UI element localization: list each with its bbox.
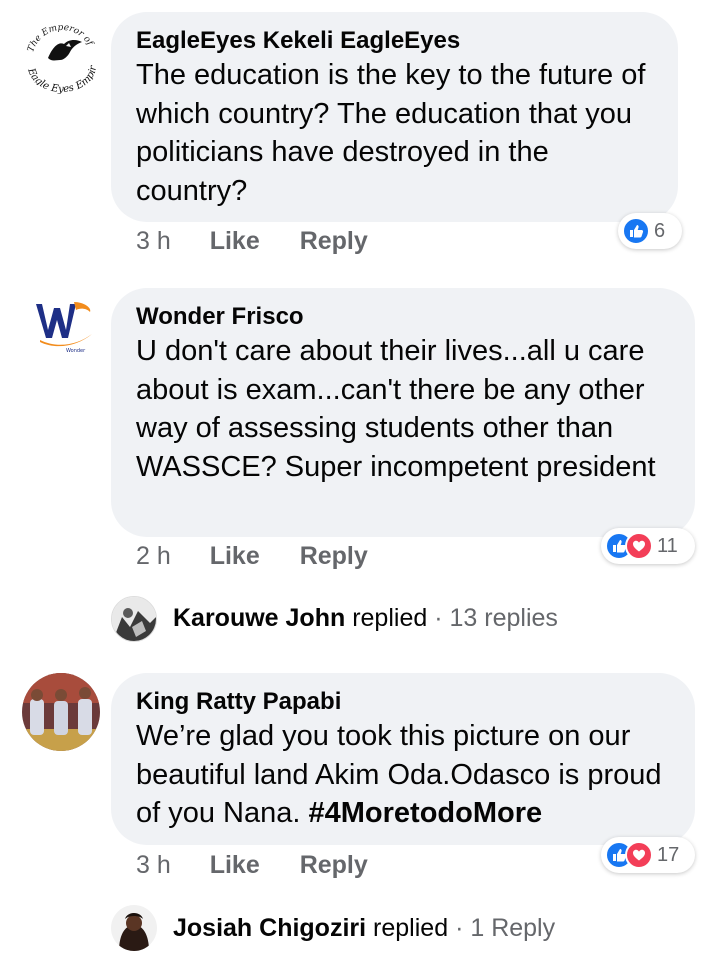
like-button[interactable]: Like xyxy=(210,539,260,573)
heart-icon xyxy=(625,532,653,560)
reaction-count: 17 xyxy=(657,843,680,866)
comment-time[interactable]: 3 h xyxy=(136,224,171,258)
profile-photo-icon xyxy=(22,673,100,751)
reply-author: Karouwe John xyxy=(173,604,346,632)
comment-author[interactable]: EagleEyes Kekeli EagleEyes xyxy=(136,26,654,56)
thumbs-up-icon xyxy=(622,217,650,245)
comment-author[interactable]: Wonder Frisco xyxy=(136,302,671,332)
reply-button[interactable]: Reply xyxy=(300,224,368,258)
reaction-summary[interactable]: 6 xyxy=(618,213,682,249)
reply-count: 13 replies xyxy=(449,604,558,632)
reply-button[interactable]: Reply xyxy=(300,848,368,882)
reaction-summary[interactable]: 17 xyxy=(601,837,695,873)
reply-count: 1 Reply xyxy=(470,914,556,942)
comment-actions: 3 h Like Reply xyxy=(136,224,401,258)
reaction-summary[interactable]: 11 xyxy=(601,528,695,564)
replies-summary[interactable]: Karouwe John replied · 13 replies xyxy=(173,602,558,634)
avatar-wonder-frisco[interactable]: Wonder xyxy=(26,290,98,362)
reply-verb: replied xyxy=(373,914,449,942)
wonder-logo-icon: Wonder xyxy=(26,290,98,362)
comment-actions: 3 h Like Reply xyxy=(136,848,401,882)
avatar-eagle-eyes[interactable]: The Emperor of Eagle Eyes Empire xyxy=(22,14,102,94)
reaction-count: 11 xyxy=(657,534,678,557)
avatar-josiah-chigoziri[interactable] xyxy=(111,905,157,951)
comment-text: The education is the key to the future o… xyxy=(136,59,646,207)
comment-text: We’re glad you took this picture on our … xyxy=(136,717,671,833)
profile-photo-icon xyxy=(112,597,156,641)
reaction-count: 6 xyxy=(654,219,666,242)
avatar-king-ratty-papabi[interactable] xyxy=(22,673,100,751)
reply-separator: · xyxy=(455,914,464,942)
avatar-karouwe-john[interactable] xyxy=(111,596,157,642)
heart-icon xyxy=(625,841,653,869)
comment-time[interactable]: 3 h xyxy=(136,848,171,882)
comment-time[interactable]: 2 h xyxy=(136,539,171,573)
replies-summary[interactable]: Josiah Chigoziri replied · 1 Reply xyxy=(173,912,555,944)
profile-photo-icon xyxy=(111,905,157,951)
eagle-logo-icon: The Emperor of Eagle Eyes Empire xyxy=(22,14,101,94)
reply-button[interactable]: Reply xyxy=(300,539,368,573)
comment-bubble: Wonder Frisco U don't care about their l… xyxy=(111,288,695,537)
comment-author[interactable]: King Ratty Papabi xyxy=(136,687,671,717)
svg-text:Wonder: Wonder xyxy=(66,348,86,354)
reply-separator: · xyxy=(434,604,443,632)
like-button[interactable]: Like xyxy=(210,224,260,258)
reply-author: Josiah Chigoziri xyxy=(173,914,367,942)
like-button[interactable]: Like xyxy=(210,848,260,882)
comment-bubble: King Ratty Papabi We’re glad you took th… xyxy=(111,673,695,845)
comment-bubble: EagleEyes Kekeli EagleEyes The education… xyxy=(111,12,678,222)
comment-actions: 2 h Like Reply xyxy=(136,539,401,573)
reply-verb: replied xyxy=(352,604,428,632)
comment-text: U don't care about their lives...all u c… xyxy=(136,335,656,483)
hashtag-link[interactable]: #4MoretodoMore xyxy=(309,797,543,829)
